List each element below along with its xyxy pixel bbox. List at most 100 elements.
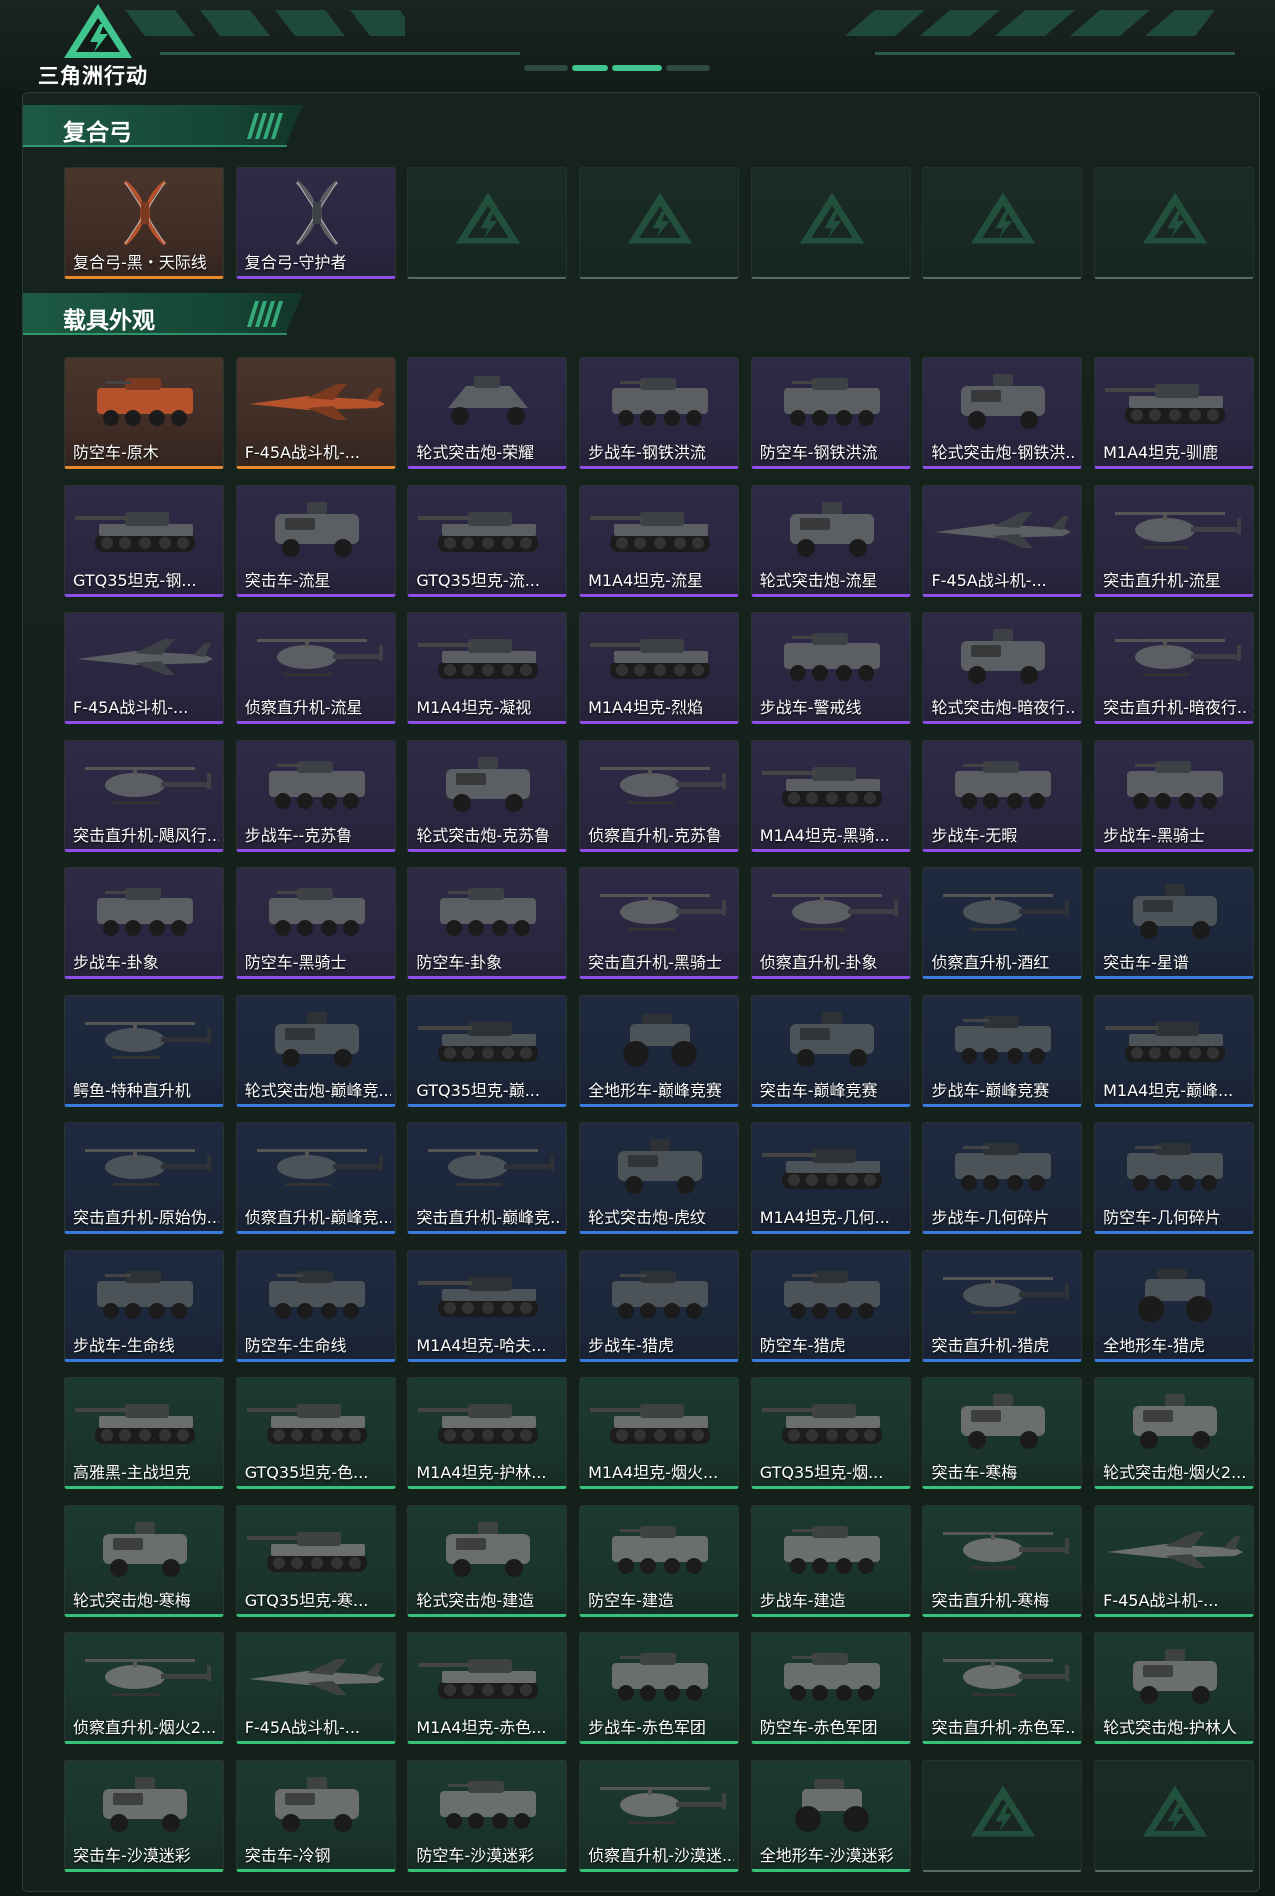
skin-card[interactable]: 突击直升机-黑骑士: [579, 867, 740, 979]
skin-card[interactable]: 侦察直升机-巅峰竞...: [235, 1122, 396, 1234]
skin-card[interactable]: F-45A战斗机-...: [235, 1632, 396, 1744]
skin-name: 防空车-建造: [588, 1590, 674, 1610]
delta-watermark-icon: [1143, 192, 1208, 244]
skin-card[interactable]: 突击直升机-原始伪...: [64, 1122, 224, 1234]
skin-card[interactable]: 全地形车-巅峰竞赛: [579, 994, 740, 1107]
header-stripe-decoration-left: [125, 10, 405, 36]
skin-card[interactable]: 轮式突击炮-暗夜行...: [922, 612, 1083, 724]
jet-icon: [1107, 1531, 1244, 1568]
skin-card[interactable]: 轮式突击炮-虎纹: [579, 1122, 740, 1234]
skin-card[interactable]: 轮式突击炮-克苏鲁: [407, 739, 568, 852]
skin-card[interactable]: M1A4坦克-黑骑...: [750, 739, 911, 852]
skin-card[interactable]: 复合弓-守护者: [235, 167, 396, 279]
skin-name: 防空车-黑骑士: [244, 953, 347, 972]
skin-card[interactable]: 突击车-流星: [235, 484, 396, 597]
skin-card[interactable]: 防空车-钢铁洪流: [750, 357, 911, 469]
skin-name: 突击车-流星: [244, 570, 331, 590]
skin-card[interactable]: 突击车-沙漠迷彩: [64, 1759, 224, 1872]
skin-name: 侦察直升机-流星: [244, 698, 363, 717]
skin-card[interactable]: M1A4坦克-烟火...: [579, 1377, 740, 1489]
skin-card[interactable]: M1A4坦克-哈夫...: [407, 1249, 568, 1362]
skin-card[interactable]: 步战车-警戒线: [750, 612, 911, 724]
skin-card[interactable]: 全地形车-沙漠迷彩: [750, 1759, 911, 1872]
skin-card[interactable]: 轮式突击炮-巅峰竞...: [235, 994, 396, 1107]
skin-card[interactable]: 步战车-猎虎: [579, 1249, 740, 1362]
skin-card[interactable]: 步战车-生命线: [64, 1249, 224, 1362]
skin-card[interactable]: GTQ35坦克-色...: [235, 1377, 396, 1489]
skin-card[interactable]: 轮式突击炮-建造: [407, 1504, 568, 1617]
skin-card[interactable]: M1A4坦克-几何...: [750, 1122, 911, 1234]
skin-card[interactable]: 防空车-赤色军团: [750, 1632, 911, 1744]
skin-card[interactable]: 侦察直升机-烟火2...: [64, 1632, 224, 1744]
skin-card[interactable]: 防空车-原木: [64, 357, 224, 469]
header-line-left: [160, 52, 520, 55]
skin-name: 突击车-寒梅: [931, 1463, 1018, 1482]
skin-card[interactable]: 步战车--克苏鲁: [235, 739, 396, 852]
skin-card[interactable]: GTQ35坦克-寒...: [235, 1504, 396, 1617]
skin-card[interactable]: M1A4坦克-流星: [579, 484, 740, 597]
skin-card[interactable]: 步战车-赤色军团: [579, 1632, 740, 1744]
skin-card[interactable]: 步战车-巅峰竞赛: [922, 994, 1083, 1107]
skin-card[interactable]: GTQ35坦克-流...: [407, 484, 568, 597]
skin-card[interactable]: 轮式突击炮-流星: [750, 484, 911, 597]
skin-card[interactable]: 步战车-黑骑士: [1094, 739, 1255, 852]
skin-name: F-45A战斗机-...: [73, 698, 189, 717]
heli-icon: [1115, 639, 1242, 676]
skin-card[interactable]: M1A4坦克-凝视: [407, 612, 568, 724]
skin-card[interactable]: 步战车-无暇: [922, 739, 1083, 852]
skin-card[interactable]: 侦察直升机-酒红: [922, 867, 1083, 979]
skin-card[interactable]: 突击直升机-流星: [1094, 484, 1255, 597]
skin-card[interactable]: 步战车-卦象: [64, 867, 224, 979]
skin-card[interactable]: M1A4坦克-巅峰...: [1094, 994, 1255, 1107]
skin-card[interactable]: 轮式突击炮-荣耀: [407, 357, 568, 469]
skin-card[interactable]: 轮式突击炮-寒梅: [64, 1504, 224, 1617]
skin-card[interactable]: M1A4坦克-护林...: [407, 1377, 568, 1489]
skin-card[interactable]: 侦察直升机-流星: [235, 612, 396, 724]
skin-card[interactable]: M1A4坦克-赤色...: [407, 1632, 568, 1744]
skin-card[interactable]: M1A4坦克-驯鹿: [1094, 357, 1255, 469]
skin-card[interactable]: F-45A战斗机-...: [922, 484, 1083, 597]
delta-watermark-icon: [971, 192, 1036, 244]
skin-card[interactable]: 侦察直升机-克苏鲁: [579, 739, 740, 852]
skin-card[interactable]: 突击车-巅峰竞赛: [750, 994, 911, 1107]
skin-card[interactable]: 防空车-沙漠迷彩: [407, 1759, 568, 1872]
skin-card[interactable]: 突击直升机-暗夜行...: [1094, 612, 1255, 724]
skin-card[interactable]: 突击直升机-猎虎: [922, 1249, 1083, 1362]
skin-card[interactable]: 侦察直升机-沙漠迷...: [579, 1759, 740, 1872]
skin-card[interactable]: 防空车-生命线: [235, 1249, 396, 1362]
truck-icon: [961, 629, 1046, 684]
skin-name: 突击直升机-寒梅: [931, 1590, 1050, 1610]
skin-card[interactable]: 复合弓-黑・天际线: [64, 167, 224, 279]
skin-card[interactable]: GTQ35坦克-烟...: [750, 1377, 911, 1489]
skin-card[interactable]: 突击直升机-巅峰竞...: [407, 1122, 568, 1234]
truck-icon: [274, 1776, 359, 1832]
skin-card[interactable]: 突击直升机-飓风行...: [64, 739, 224, 852]
skin-card[interactable]: 轮式突击炮-烟火2...: [1094, 1377, 1255, 1489]
skin-card[interactable]: 全地形车-猎虎: [1094, 1249, 1255, 1362]
truck-icon: [961, 374, 1046, 429]
skin-card[interactable]: F-45A战斗机-...: [235, 357, 396, 469]
skin-card[interactable]: 防空车-建造: [579, 1504, 740, 1617]
skin-card[interactable]: 步战车-钢铁洪流: [579, 357, 740, 469]
skin-card[interactable]: 防空车-猎虎: [750, 1249, 911, 1362]
skin-card[interactable]: 步战车-建造: [750, 1504, 911, 1617]
skin-card[interactable]: 突击车-星谱: [1094, 867, 1255, 979]
skin-card[interactable]: 防空车-黑骑士: [235, 867, 396, 979]
skin-card[interactable]: GTQ35坦克-巅...: [407, 994, 568, 1107]
skin-card[interactable]: 轮式突击炮-钢铁洪...: [922, 357, 1083, 469]
skin-card[interactable]: F-45A战斗机-...: [64, 612, 224, 724]
skin-card[interactable]: 防空车-几何碎片: [1094, 1122, 1255, 1234]
skin-card[interactable]: 鳄鱼-特种直升机: [64, 994, 224, 1107]
skin-card[interactable]: 突击车-寒梅: [922, 1377, 1083, 1489]
skin-card[interactable]: 侦察直升机-卦象: [750, 867, 911, 979]
skin-card[interactable]: 突击直升机-寒梅: [922, 1504, 1083, 1617]
skin-card[interactable]: 突击直升机-赤色军...: [922, 1632, 1083, 1744]
skin-card[interactable]: M1A4坦克-烈焰: [579, 612, 740, 724]
skin-card[interactable]: 轮式突击炮-护林人: [1094, 1632, 1255, 1744]
skin-card[interactable]: 步战车-几何碎片: [922, 1122, 1083, 1234]
skin-card[interactable]: 高雅黑-主战坦克: [64, 1377, 224, 1489]
skin-card[interactable]: GTQ35坦克-钢...: [64, 484, 224, 597]
skin-card[interactable]: 防空车-卦象: [407, 867, 568, 979]
skin-card[interactable]: 突击车-冷钢: [235, 1759, 396, 1872]
skin-card[interactable]: F-45A战斗机-...: [1094, 1504, 1255, 1617]
